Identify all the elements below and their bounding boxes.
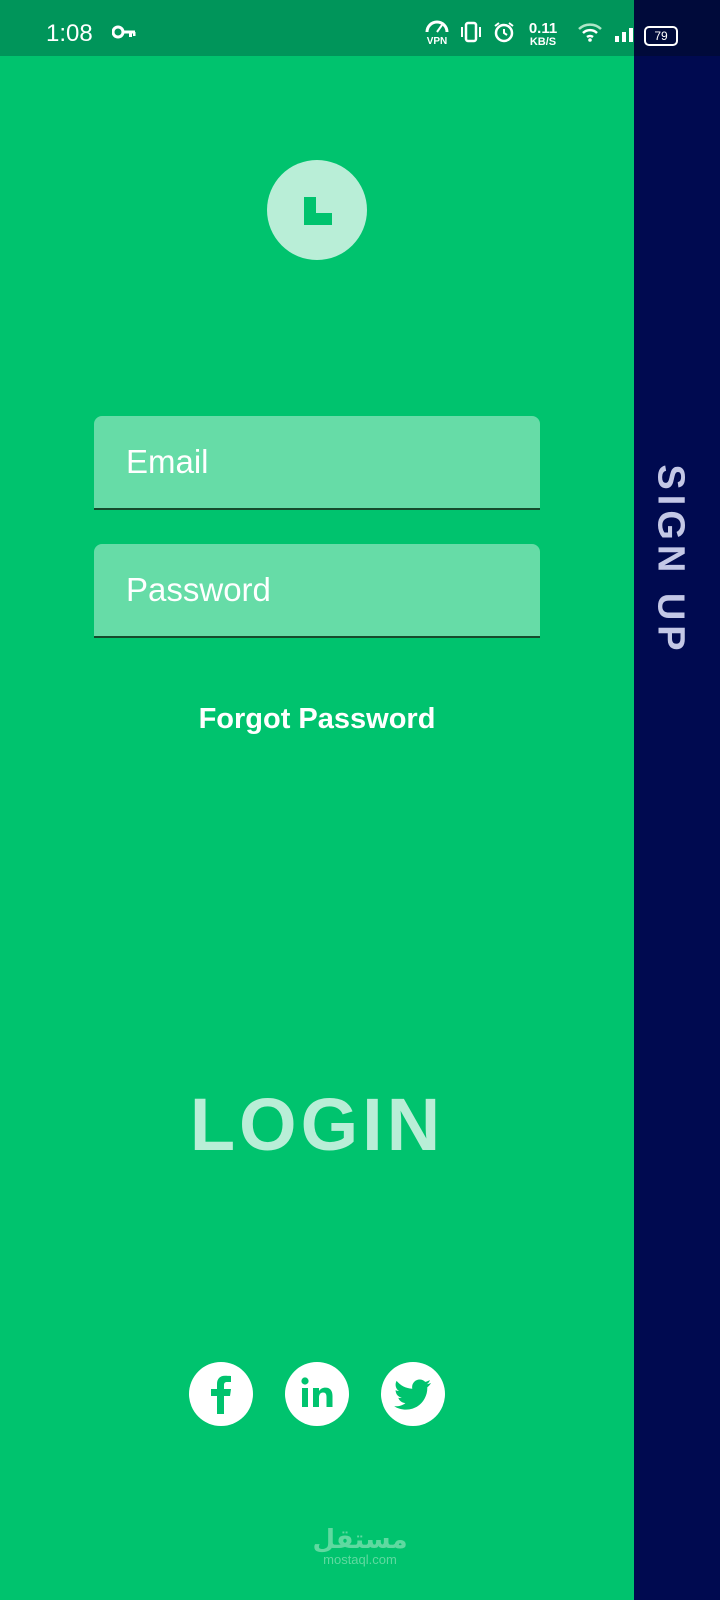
twitter-icon [394, 1379, 431, 1410]
key-icon [111, 25, 136, 44]
twitter-button[interactable] [381, 1362, 445, 1426]
facebook-icon [211, 1375, 231, 1414]
app-logo [267, 160, 367, 260]
signup-side-panel[interactable] [634, 56, 720, 1600]
forgot-password-link[interactable]: Forgot Password [0, 703, 634, 736]
alarm-icon [493, 21, 515, 48]
linkedin-icon [301, 1377, 333, 1407]
vibrate-icon [460, 21, 482, 48]
password-field[interactable] [94, 544, 540, 636]
battery-icon: 79 [644, 26, 678, 46]
status-bar: 1:08 VPN 0.11 KB/S [0, 0, 640, 56]
watermark-latin: mostaql.com [323, 1552, 397, 1567]
linkedin-button[interactable] [285, 1362, 349, 1426]
status-time: 1:08 [46, 20, 93, 47]
password-field-container [94, 544, 540, 638]
email-field[interactable] [94, 416, 540, 508]
battery-level: 79 [654, 29, 668, 43]
network-speed: 0.11 KB/S [526, 21, 560, 48]
network-speed-unit: KB/S [529, 35, 557, 48]
email-field-container [94, 416, 540, 510]
signup-button[interactable]: SIGN UP [649, 464, 692, 655]
facebook-button[interactable] [189, 1362, 253, 1426]
status-bar-right: 79 [634, 0, 720, 56]
vpn-label: VPN [426, 36, 448, 47]
wifi-icon [577, 22, 603, 47]
network-speed-value: 0.11 [528, 19, 558, 37]
l-logo-icon [304, 197, 332, 225]
watermark-arabic: مستقل [312, 1524, 408, 1554]
vpn-icon: VPN [425, 20, 449, 48]
login-button[interactable]: LOGIN [0, 1082, 634, 1167]
watermark: مستقل mostaql.com [300, 1526, 420, 1568]
